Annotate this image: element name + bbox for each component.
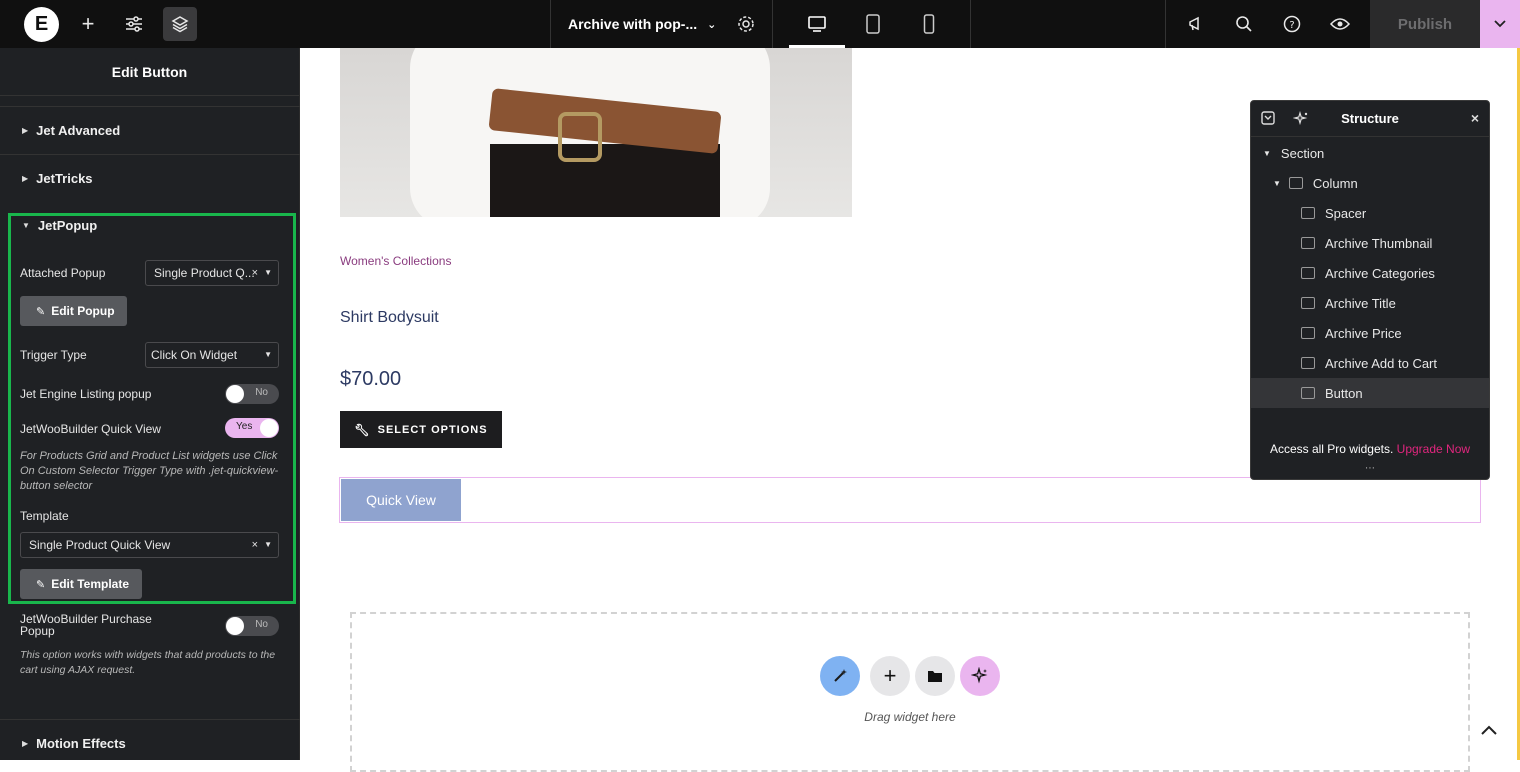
quick-view-note: For Products Grid and Product List widge… bbox=[20, 450, 279, 492]
template-label: Template bbox=[20, 509, 69, 523]
announcements-megaphone-icon[interactable] bbox=[1184, 0, 1208, 48]
attached-popup-label: Attached Popup bbox=[20, 266, 106, 280]
wrench-icon: 🔧︎ bbox=[354, 422, 371, 437]
template-select[interactable]: Single Product Quick View × ▼ bbox=[20, 532, 279, 558]
magic-wand-icon[interactable] bbox=[820, 656, 860, 696]
upgrade-now-link[interactable]: Upgrade Now bbox=[1397, 442, 1470, 456]
structure-title: Structure bbox=[1341, 111, 1399, 126]
section-jetpopup[interactable]: ▼ JetPopup bbox=[0, 203, 300, 247]
dropdown-caret-icon: ▼ bbox=[264, 540, 272, 549]
clear-x-icon[interactable]: × bbox=[252, 267, 258, 279]
dropdown-caret-icon: ▼ bbox=[264, 350, 272, 359]
search-icon[interactable] bbox=[1232, 0, 1256, 48]
top-bar: E + Archive with pop-... ⌄ ? Publish bbox=[0, 0, 1520, 48]
quick-view-toggle[interactable]: Yes bbox=[225, 418, 279, 438]
collapse-all-icon[interactable] bbox=[1261, 111, 1275, 128]
product-title: Shirt Bodysuit bbox=[340, 309, 439, 326]
jet-engine-listing-label: Jet Engine Listing popup bbox=[20, 387, 152, 401]
product-price: $70.00 bbox=[340, 368, 402, 390]
caret-down-icon: ▼ bbox=[1263, 148, 1271, 158]
structure-navigator: Structure × ▼ Section ▼ Column Spacer Arch… bbox=[1250, 100, 1490, 480]
structure-item-spacer[interactable]: Spacer bbox=[1251, 198, 1489, 228]
selected-button-widget[interactable]: Quick View bbox=[339, 477, 1481, 523]
desktop-device-icon[interactable] bbox=[789, 0, 845, 48]
add-section-plus-icon[interactable]: + bbox=[870, 656, 910, 696]
edit-panel: Edit Button ▶ Jet Advanced ▶ JetTricks ▼ Je… bbox=[0, 48, 300, 760]
purchase-popup-toggle[interactable]: No bbox=[225, 616, 279, 636]
svg-text:?: ? bbox=[1289, 20, 1294, 31]
drag-widget-hint: Drag widget here bbox=[864, 710, 956, 724]
caret-right-icon: ▶ bbox=[22, 126, 29, 135]
trigger-type-select[interactable]: Click On Widget ▼ bbox=[145, 342, 279, 368]
jet-engine-listing-toggle[interactable]: No bbox=[225, 384, 279, 404]
caret-right-icon: ▶ bbox=[22, 174, 29, 183]
quick-view-label: JetWooBuilder Quick View bbox=[20, 422, 161, 436]
attached-popup-select[interactable]: Single Product Q... × ▼ bbox=[145, 260, 279, 286]
caret-down-icon: ▼ bbox=[1273, 178, 1281, 188]
structure-layers-icon[interactable] bbox=[163, 7, 197, 41]
product-category-link[interactable]: Women's Collections bbox=[340, 254, 451, 268]
caret-right-icon: ▶ bbox=[22, 739, 29, 748]
mobile-device-icon[interactable] bbox=[901, 0, 957, 48]
structure-item-column[interactable]: ▼ Column bbox=[1251, 168, 1489, 198]
section-jet-advanced[interactable]: ▶ Jet Advanced bbox=[0, 106, 300, 154]
spacer-icon bbox=[1301, 207, 1315, 219]
ai-sparkle-icon[interactable] bbox=[960, 656, 1000, 696]
purchase-popup-label: JetWooBuilder Purchase Popup bbox=[20, 612, 152, 638]
ai-sparkle-icon[interactable] bbox=[1292, 110, 1309, 130]
section-jettricks[interactable]: ▶ JetTricks bbox=[0, 154, 300, 202]
site-settings-icon[interactable] bbox=[120, 0, 148, 48]
caret-down-icon: ▼ bbox=[22, 220, 30, 230]
title-icon bbox=[1301, 297, 1315, 309]
column-icon bbox=[1288, 177, 1303, 189]
preview-eye-icon[interactable] bbox=[1328, 0, 1352, 48]
publish-options-chevron-icon[interactable] bbox=[1480, 0, 1520, 48]
price-icon bbox=[1301, 327, 1315, 339]
structure-item-archive-add-to-cart[interactable]: Archive Add to Cart bbox=[1251, 348, 1489, 378]
pencil-icon: ✎ bbox=[36, 578, 46, 591]
structure-item-archive-thumbnail[interactable]: Archive Thumbnail bbox=[1251, 228, 1489, 258]
template-library-folder-icon[interactable] bbox=[915, 656, 955, 696]
button-icon bbox=[1301, 387, 1315, 399]
structure-item-archive-title[interactable]: Archive Title bbox=[1251, 288, 1489, 318]
purchase-popup-note: This option works with widgets that add … bbox=[20, 649, 276, 676]
drop-zone[interactable]: + Drag widget here bbox=[350, 612, 1470, 772]
upgrade-promo: Access all Pro widgets. Upgrade Now bbox=[1269, 442, 1471, 456]
pencil-icon: ✎ bbox=[36, 305, 46, 318]
add-to-cart-icon bbox=[1301, 357, 1315, 369]
structure-item-section[interactable]: ▼ Section bbox=[1251, 138, 1489, 168]
chevron-down-icon: ⌄ bbox=[707, 18, 717, 31]
image-icon bbox=[1301, 237, 1315, 249]
document-title[interactable]: Archive with pop-... ⌄ bbox=[568, 0, 716, 48]
dropdown-caret-icon: ▼ bbox=[264, 268, 272, 277]
clear-x-icon[interactable]: × bbox=[252, 539, 258, 551]
quick-view-button[interactable]: Quick View bbox=[341, 479, 461, 521]
scroll-up-chevron-icon[interactable] bbox=[1480, 720, 1498, 741]
help-icon[interactable]: ? bbox=[1280, 0, 1304, 48]
structure-item-button[interactable]: Button bbox=[1251, 378, 1489, 408]
select-options-button[interactable]: 🔧︎ SELECT OPTIONS bbox=[340, 411, 502, 448]
panel-title: Edit Button bbox=[0, 48, 299, 96]
add-element-icon[interactable]: + bbox=[74, 0, 102, 48]
edit-popup-button[interactable]: ✎ Edit Popup bbox=[20, 296, 127, 326]
categories-icon bbox=[1301, 267, 1315, 279]
structure-header[interactable]: Structure × bbox=[1251, 101, 1489, 137]
resize-handle[interactable]: ⋯ bbox=[1251, 463, 1489, 474]
structure-item-archive-categories[interactable]: Archive Categories bbox=[1251, 258, 1489, 288]
publish-button[interactable]: Publish bbox=[1370, 0, 1480, 48]
trigger-type-label: Trigger Type bbox=[20, 348, 87, 362]
close-icon[interactable]: × bbox=[1471, 110, 1479, 126]
page-settings-gear-icon[interactable] bbox=[734, 0, 758, 48]
product-thumbnail-image bbox=[340, 48, 852, 217]
tablet-device-icon[interactable] bbox=[845, 0, 901, 48]
edit-template-button[interactable]: ✎ Edit Template bbox=[20, 569, 142, 599]
structure-item-archive-price[interactable]: Archive Price bbox=[1251, 318, 1489, 348]
elementor-logo[interactable]: E bbox=[24, 7, 59, 42]
